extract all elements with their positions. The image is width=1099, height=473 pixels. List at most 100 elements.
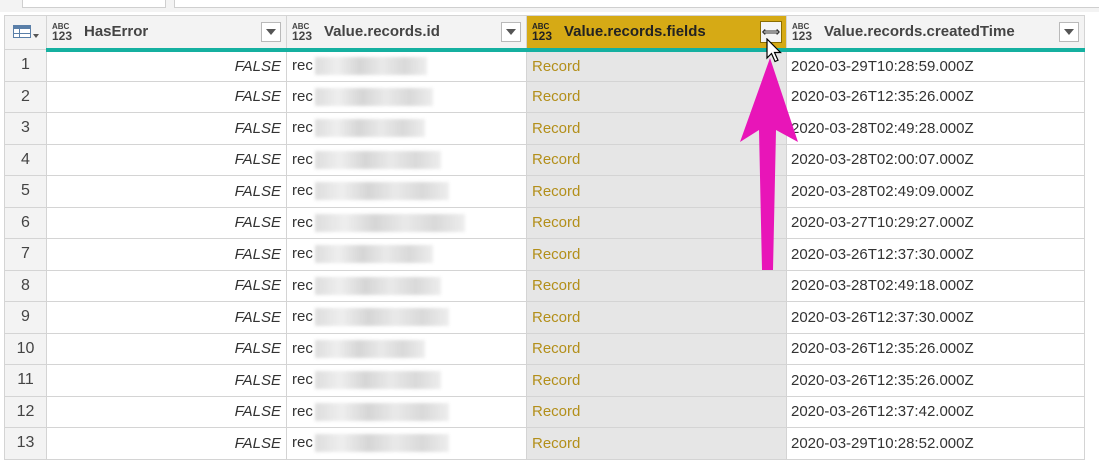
cell-record-link[interactable]: Record bbox=[526, 80, 787, 113]
table-row[interactable]: 9 FALSE rec Record 2020-03-26T12:37:30.000Z bbox=[4, 301, 1085, 334]
column-header-records-fields[interactable]: ABC 123 Value.records.fields ⟺ bbox=[526, 15, 787, 52]
row-number[interactable]: 13 bbox=[4, 427, 47, 460]
row-number[interactable]: 5 bbox=[4, 175, 47, 208]
cell-haserror[interactable]: FALSE bbox=[46, 332, 287, 365]
cell-record-id[interactable]: rec bbox=[286, 301, 527, 334]
chevron-down-icon bbox=[33, 34, 39, 38]
cell-created-time[interactable]: 2020-03-28T02:00:07.000Z bbox=[786, 143, 1085, 176]
cell-record-link[interactable]: Record bbox=[526, 301, 787, 334]
cell-record-id[interactable]: rec bbox=[286, 427, 527, 460]
cell-haserror[interactable]: FALSE bbox=[46, 80, 287, 113]
table-row[interactable]: 6 FALSE rec Record 2020-03-27T10:29:27.000Z bbox=[4, 206, 1085, 239]
record-id-prefix: rec bbox=[292, 308, 313, 326]
cell-created-time[interactable]: 2020-03-27T10:29:27.000Z bbox=[786, 206, 1085, 239]
cell-haserror[interactable]: FALSE bbox=[46, 269, 287, 302]
cell-record-id[interactable]: rec bbox=[286, 332, 527, 365]
cell-haserror[interactable]: FALSE bbox=[46, 143, 287, 176]
type-any-icon[interactable]: ABC 123 bbox=[52, 22, 74, 42]
table-row[interactable]: 8 FALSE rec Record 2020-03-28T02:49:18.000Z bbox=[4, 269, 1085, 302]
table-row[interactable]: 5 FALSE rec Record 2020-03-28T02:49:09.000Z bbox=[4, 175, 1085, 208]
cell-haserror[interactable]: FALSE bbox=[46, 301, 287, 334]
cell-haserror[interactable]: FALSE bbox=[46, 49, 287, 82]
type-any-icon[interactable]: ABC 123 bbox=[792, 22, 814, 42]
cell-record-link[interactable]: Record bbox=[526, 175, 787, 208]
record-id-prefix: rec bbox=[292, 434, 313, 452]
filter-dropdown-button[interactable] bbox=[261, 22, 281, 42]
column-label: Value.records.createdTime bbox=[824, 23, 1015, 41]
cell-created-time[interactable]: 2020-03-26T12:37:42.000Z bbox=[786, 395, 1085, 428]
cell-created-time[interactable]: 2020-03-26T12:35:26.000Z bbox=[786, 364, 1085, 397]
row-number[interactable]: 8 bbox=[4, 269, 47, 302]
cell-haserror[interactable]: FALSE bbox=[46, 364, 287, 397]
chevron-down-icon bbox=[266, 29, 276, 35]
cell-record-id[interactable]: rec bbox=[286, 238, 527, 271]
cell-created-time[interactable]: 2020-03-28T02:49:28.000Z bbox=[786, 112, 1085, 145]
cell-haserror[interactable]: FALSE bbox=[46, 112, 287, 145]
table-row[interactable]: 10 FALSE rec Record 2020-03-26T12:35:26.000Z bbox=[4, 332, 1085, 365]
cell-record-id[interactable]: rec bbox=[286, 112, 527, 145]
toolbar-field-left[interactable] bbox=[22, 0, 166, 8]
column-header-haserror[interactable]: ABC 123 HasError bbox=[46, 15, 287, 52]
cell-haserror[interactable]: FALSE bbox=[46, 206, 287, 239]
cell-created-time[interactable]: 2020-03-28T02:49:09.000Z bbox=[786, 175, 1085, 208]
redacted-id-blur bbox=[314, 119, 425, 138]
cell-record-id[interactable]: rec bbox=[286, 395, 527, 428]
cell-record-link[interactable]: Record bbox=[526, 332, 787, 365]
row-number[interactable]: 12 bbox=[4, 395, 47, 428]
cell-record-id[interactable]: rec bbox=[286, 143, 527, 176]
row-number[interactable]: 10 bbox=[4, 332, 47, 365]
cell-record-id[interactable]: rec bbox=[286, 80, 527, 113]
cell-haserror[interactable]: FALSE bbox=[46, 427, 287, 460]
cell-record-link[interactable]: Record bbox=[526, 427, 787, 460]
cell-record-link[interactable]: Record bbox=[526, 112, 787, 145]
table-row[interactable]: 12 FALSE rec Record 2020-03-26T12:37:42.000Z bbox=[4, 395, 1085, 428]
table-row[interactable]: 11 FALSE rec Record 2020-03-26T12:35:26.000Z bbox=[4, 364, 1085, 397]
cell-record-link[interactable]: Record bbox=[526, 206, 787, 239]
cell-created-time[interactable]: 2020-03-26T12:35:26.000Z bbox=[786, 80, 1085, 113]
cell-haserror[interactable]: FALSE bbox=[46, 175, 287, 208]
cell-record-link[interactable]: Record bbox=[526, 49, 787, 82]
cell-record-link[interactable]: Record bbox=[526, 364, 787, 397]
cell-record-link[interactable]: Record bbox=[526, 269, 787, 302]
cell-record-id[interactable]: rec bbox=[286, 175, 527, 208]
row-number[interactable]: 1 bbox=[4, 49, 47, 82]
row-number[interactable]: 3 bbox=[4, 112, 47, 145]
table-row[interactable]: 3 FALSE rec Record 2020-03-28T02:49:28.000Z bbox=[4, 112, 1085, 145]
row-number[interactable]: 2 bbox=[4, 80, 47, 113]
table-row[interactable]: 2 FALSE rec Record 2020-03-26T12:35:26.000Z bbox=[4, 80, 1085, 113]
table-row[interactable]: 1 FALSE rec Record 2020-03-29T10:28:59.000Z bbox=[4, 49, 1085, 82]
cell-created-time[interactable]: 2020-03-28T02:49:18.000Z bbox=[786, 269, 1085, 302]
cell-created-time[interactable]: 2020-03-29T10:28:59.000Z bbox=[786, 49, 1085, 82]
expand-columns-button[interactable]: ⟺ bbox=[760, 21, 782, 43]
row-number[interactable]: 6 bbox=[4, 206, 47, 239]
filter-dropdown-button[interactable] bbox=[501, 22, 521, 42]
cell-created-time[interactable]: 2020-03-26T12:37:30.000Z bbox=[786, 301, 1085, 334]
row-number[interactable]: 4 bbox=[4, 143, 47, 176]
cell-record-id[interactable]: rec bbox=[286, 49, 527, 82]
row-number[interactable]: 9 bbox=[4, 301, 47, 334]
filter-dropdown-button[interactable] bbox=[1059, 22, 1079, 42]
cell-record-id[interactable]: rec bbox=[286, 269, 527, 302]
cell-record-link[interactable]: Record bbox=[526, 143, 787, 176]
toolbar-field-right[interactable] bbox=[174, 0, 1099, 8]
table-row[interactable]: 13 FALSE rec Record 2020-03-29T10:28:52.000Z bbox=[4, 427, 1085, 460]
cell-record-id[interactable]: rec bbox=[286, 206, 527, 239]
row-number[interactable]: 7 bbox=[4, 238, 47, 271]
cell-record-link[interactable]: Record bbox=[526, 395, 787, 428]
row-number[interactable]: 11 bbox=[4, 364, 47, 397]
column-header-created-time[interactable]: ABC 123 Value.records.createdTime bbox=[786, 15, 1085, 52]
cell-created-time[interactable]: 2020-03-26T12:35:26.000Z bbox=[786, 332, 1085, 365]
cell-record-link[interactable]: Record bbox=[526, 238, 787, 271]
table-row[interactable]: 4 FALSE rec Record 2020-03-28T02:00:07.000Z bbox=[4, 143, 1085, 176]
type-any-icon[interactable]: ABC 123 bbox=[292, 22, 314, 42]
table-row[interactable]: 7 FALSE rec Record 2020-03-26T12:37:30.000Z bbox=[4, 238, 1085, 271]
table-menu-button[interactable] bbox=[4, 15, 47, 50]
column-header-records-id[interactable]: ABC 123 Value.records.id bbox=[286, 15, 527, 52]
cell-created-time[interactable]: 2020-03-29T10:28:52.000Z bbox=[786, 427, 1085, 460]
column-label: HasError bbox=[84, 23, 149, 41]
cell-record-id[interactable]: rec bbox=[286, 364, 527, 397]
cell-haserror[interactable]: FALSE bbox=[46, 395, 287, 428]
type-any-icon[interactable]: ABC 123 bbox=[532, 22, 554, 42]
cell-created-time[interactable]: 2020-03-26T12:37:30.000Z bbox=[786, 238, 1085, 271]
cell-haserror[interactable]: FALSE bbox=[46, 238, 287, 271]
